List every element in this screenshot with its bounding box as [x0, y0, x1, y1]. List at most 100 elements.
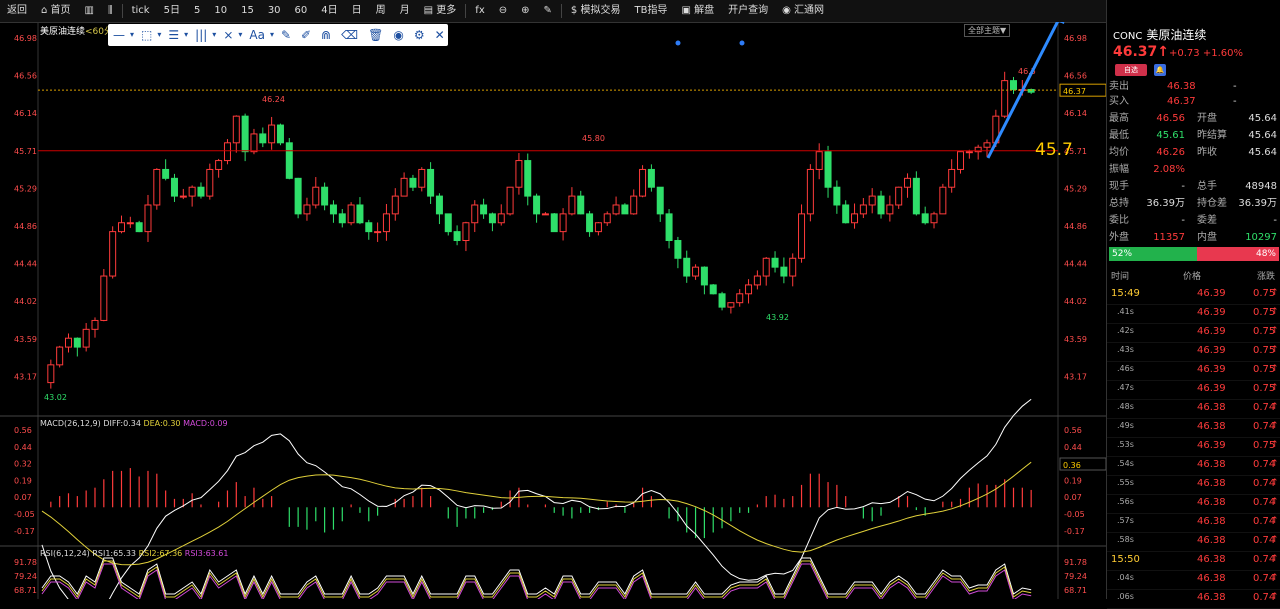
tick-time: .47s	[1117, 383, 1134, 392]
symbol-label: 美原油连续	[40, 27, 86, 37]
candle-body	[462, 222, 470, 242]
candle-body	[56, 346, 64, 366]
price-axis-label: 44.44	[14, 260, 37, 269]
zoom-in-icon[interactable]: ⊕	[514, 0, 536, 22]
tab-10m[interactable]: 10	[207, 0, 234, 22]
tab-5day[interactable]: 5日	[157, 0, 187, 22]
tick-row: .48s 46.38 0.74 ↑	[1107, 399, 1280, 419]
candle-body	[153, 168, 161, 206]
tab-60m[interactable]: 60	[288, 0, 315, 22]
stat-value-2: 45.64	[1248, 130, 1277, 141]
formula-icon[interactable]: fx	[468, 0, 491, 22]
drawbar-tool-6[interactable]: |||	[190, 24, 212, 46]
sim-trade-button[interactable]: $ 模拟交易	[564, 0, 628, 22]
home-icon[interactable]: ⌂ 首页	[34, 0, 78, 22]
candle-body	[833, 186, 841, 206]
drawbar-tool-13[interactable]: ✐	[296, 24, 316, 46]
stat-row: 委比 - 委差 -	[1107, 212, 1280, 230]
candle-body	[842, 204, 850, 224]
tab-day[interactable]: 日	[345, 0, 369, 22]
tab-5m[interactable]: 5	[187, 0, 207, 22]
price-axis-label-right: 44.02	[1064, 297, 1087, 306]
up-arrow-icon: ↑	[1271, 421, 1279, 431]
drawbar-tool-15[interactable]: ⌫	[336, 24, 363, 46]
tab-week[interactable]: 周	[369, 0, 393, 22]
candle-body	[727, 302, 735, 308]
zoom-out-icon[interactable]: ⊖	[492, 0, 514, 22]
candle-body	[594, 222, 602, 233]
ticks-header-change: 涨跌	[1257, 272, 1276, 282]
stat-value-2: 45.64	[1248, 147, 1277, 158]
drawbar-tool-18[interactable]: ⚙	[409, 24, 430, 46]
drawbar-tool-4[interactable]: ☰	[163, 24, 184, 46]
tab-15m[interactable]: 15	[234, 0, 261, 22]
fxnews-button[interactable]: ◉ 汇通网	[775, 0, 831, 22]
tick-time: .41s	[1117, 307, 1134, 316]
candle-body	[806, 168, 814, 215]
draw-icon[interactable]: ✎	[537, 0, 559, 22]
tick-time: .57s	[1117, 516, 1134, 525]
chart-area[interactable]: 46.98 46.98 46.56 46.56 46.14 46.14 45.71 45.71…	[0, 10, 1107, 609]
toolbar-divider	[121, 4, 123, 18]
price-axis-label: 46.56	[14, 72, 37, 81]
candle-body	[983, 142, 991, 148]
up-arrow-icon: ↑	[1271, 326, 1279, 336]
drawbar-tool-0[interactable]: —	[108, 24, 130, 46]
drawbar-tool-17[interactable]: ◉	[388, 24, 408, 46]
up-arrow-icon: ↑	[1271, 364, 1279, 374]
price-axis-label: 43.17	[14, 372, 37, 381]
back-icon[interactable]: 返回	[0, 0, 34, 22]
stat-value: 11357	[1153, 232, 1185, 243]
drawbar-tool-16[interactable]: 🗑	[363, 24, 388, 46]
stat-value: -	[1181, 215, 1185, 226]
candle-body	[1001, 80, 1009, 117]
candle-body	[135, 222, 143, 233]
account-query-button[interactable]: 开户查询	[721, 0, 775, 22]
candle-icon[interactable]: ⫼	[101, 0, 120, 22]
tick-row: .57s 46.38 0.74 ↑	[1107, 513, 1280, 533]
drawbar-tool-2[interactable]: ⬚	[136, 24, 157, 46]
trough-label: 43.02	[44, 393, 67, 402]
stat-value-2: 45.64	[1248, 113, 1277, 124]
tick-row: .41s 46.39 0.75 ↑	[1107, 304, 1280, 324]
drawbar-tool-12[interactable]: ✎	[276, 24, 296, 46]
drawbar-tool-10[interactable]: Aa	[244, 24, 270, 46]
theme-button[interactable]: 全部主题▼	[964, 24, 1011, 37]
candle-body	[391, 195, 399, 215]
tab-month[interactable]: 月	[393, 0, 417, 22]
candle-body	[170, 177, 178, 197]
tick-tab[interactable]: tick	[125, 0, 157, 22]
candle-body	[647, 168, 655, 188]
drawbar-tool-14[interactable]: ⋒	[316, 24, 336, 46]
candle-body	[100, 275, 108, 321]
candle-body	[515, 160, 523, 188]
candle-body	[639, 168, 647, 197]
tab-4h[interactable]: 4日	[314, 0, 344, 22]
stat-value: 2.08%	[1153, 164, 1185, 175]
stat-value: -	[1181, 181, 1185, 192]
price-axis-label-right: 46.14	[1064, 109, 1087, 118]
drawbar-tool-19[interactable]: ✕	[430, 24, 450, 46]
rsi-axis-label: 68.71	[14, 586, 37, 595]
candle-body	[612, 204, 620, 215]
candle-body	[700, 266, 708, 286]
tab-30m[interactable]: 30	[261, 0, 288, 22]
candle-body	[400, 177, 408, 197]
drawbar-tool-8[interactable]: ⨯	[218, 24, 238, 46]
tb-guide-button[interactable]: TB指导	[627, 0, 674, 22]
more-icon[interactable]: ▤ 更多	[417, 0, 464, 22]
tick-time: .42s	[1117, 326, 1134, 335]
analysis-button[interactable]: ▣ 解盘	[674, 0, 721, 22]
tick-price: 46.38	[1197, 478, 1226, 489]
candle-body	[533, 195, 541, 215]
candle-body	[64, 337, 72, 348]
candle-body	[480, 204, 488, 215]
buy-sell-ratio-bar: 52% 48%	[1109, 247, 1279, 261]
alert-bell-icon[interactable]: 🔔	[1154, 64, 1166, 76]
tick-time: .55s	[1117, 478, 1134, 487]
chart-icon[interactable]: ▥	[78, 0, 101, 22]
tick-price: 46.39	[1197, 288, 1226, 299]
candlestick-chart[interactable]: 46.98 46.9846.56 46.5646.14 46.1445.71 45.71…	[0, 10, 1107, 609]
tick-time: .04s	[1117, 573, 1134, 582]
watchlist-button[interactable]: 自选	[1115, 64, 1147, 76]
